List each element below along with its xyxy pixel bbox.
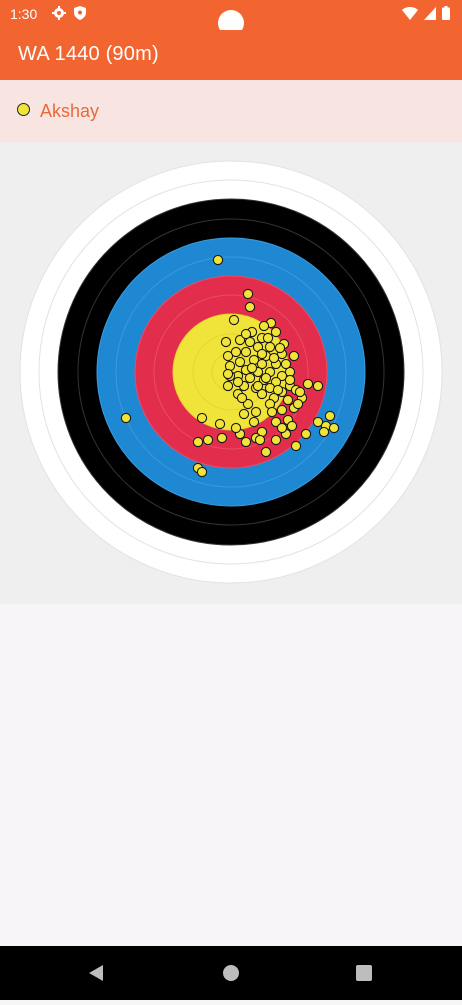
arrow-hit [292, 398, 304, 410]
arrow-hit [270, 434, 282, 446]
navigation-bar [0, 946, 462, 1000]
back-icon[interactable] [66, 946, 126, 1000]
arrow-hit [240, 346, 252, 358]
arrow-hit [274, 342, 286, 354]
arrow-hit [328, 422, 340, 434]
arrow-hit [280, 358, 292, 370]
home-button[interactable] [201, 946, 261, 1000]
arrow-hit [260, 446, 272, 458]
arrow-hit [196, 412, 208, 424]
arrow-hit [276, 404, 288, 416]
arrow-hit [302, 378, 314, 390]
target-face[interactable] [0, 142, 462, 604]
arrow-hit [230, 346, 242, 358]
gear-icon [52, 6, 66, 20]
target-face-svg[interactable] [0, 142, 462, 604]
arrow-hit [300, 428, 312, 440]
arrow-hit [250, 406, 262, 418]
arrow-hit [246, 362, 258, 374]
arrow-hit [318, 426, 330, 438]
arrow-hit [242, 288, 254, 300]
arrow-hit [244, 301, 256, 313]
arrow-hit [266, 406, 278, 418]
arrow-hit [222, 380, 234, 392]
arrow-hit [262, 332, 274, 344]
wifi-icon [402, 6, 418, 20]
arrow-hit [312, 380, 324, 392]
battery-icon [442, 6, 450, 20]
arrow-hit [214, 418, 226, 430]
arrow-hit [284, 374, 296, 386]
arrow-hit [256, 348, 268, 360]
arrow-hit [294, 386, 306, 398]
arrow-hit [234, 356, 246, 368]
arrow-hit [196, 466, 208, 478]
recents-icon[interactable] [334, 946, 394, 1000]
archer-name[interactable]: Akshay [40, 101, 99, 122]
arrow-hit [222, 368, 234, 380]
back-button[interactable] [66, 946, 126, 1000]
arrow-hit [220, 336, 232, 348]
arrow-hit [202, 434, 214, 446]
arrow-hit [272, 384, 284, 396]
recents-button[interactable] [334, 946, 394, 1000]
arrow-hit [260, 372, 272, 384]
signal-icon [424, 6, 436, 20]
arrow-hit [120, 412, 132, 424]
home-icon[interactable] [201, 946, 261, 1000]
arrow-hit [290, 440, 302, 452]
arrow-hit [232, 376, 244, 388]
arrow-hit [240, 328, 252, 340]
arrow-hit [282, 394, 294, 406]
arrow-hit [324, 410, 336, 422]
arrow-hit [212, 254, 224, 266]
arrow-hit [240, 436, 252, 448]
arrow-hit [254, 434, 266, 446]
arrow-hit [270, 326, 282, 338]
arrow-hit [288, 350, 300, 362]
arrow-hit [276, 422, 288, 434]
arrow-hit [258, 320, 270, 332]
arrow-hit [216, 432, 228, 444]
arrow-hit [236, 392, 248, 404]
arrow-hit [244, 372, 256, 384]
arrow-hit [268, 352, 280, 364]
app-title: WA 1440 (90m) [18, 43, 159, 65]
arrow-hit [248, 416, 260, 428]
arrow-hit [238, 408, 250, 420]
status-time: 1:30 [10, 6, 38, 22]
archer-color-dot [17, 103, 30, 116]
arrow-hit [286, 420, 298, 432]
arrow-hit [252, 380, 264, 392]
arrow-hit [230, 422, 242, 434]
arrow-hit [228, 314, 240, 326]
app-bar: WA 1440 (90m) [0, 30, 462, 80]
shield-icon [74, 6, 86, 20]
arrow-hit [264, 341, 276, 353]
arrow-hit [192, 436, 204, 448]
